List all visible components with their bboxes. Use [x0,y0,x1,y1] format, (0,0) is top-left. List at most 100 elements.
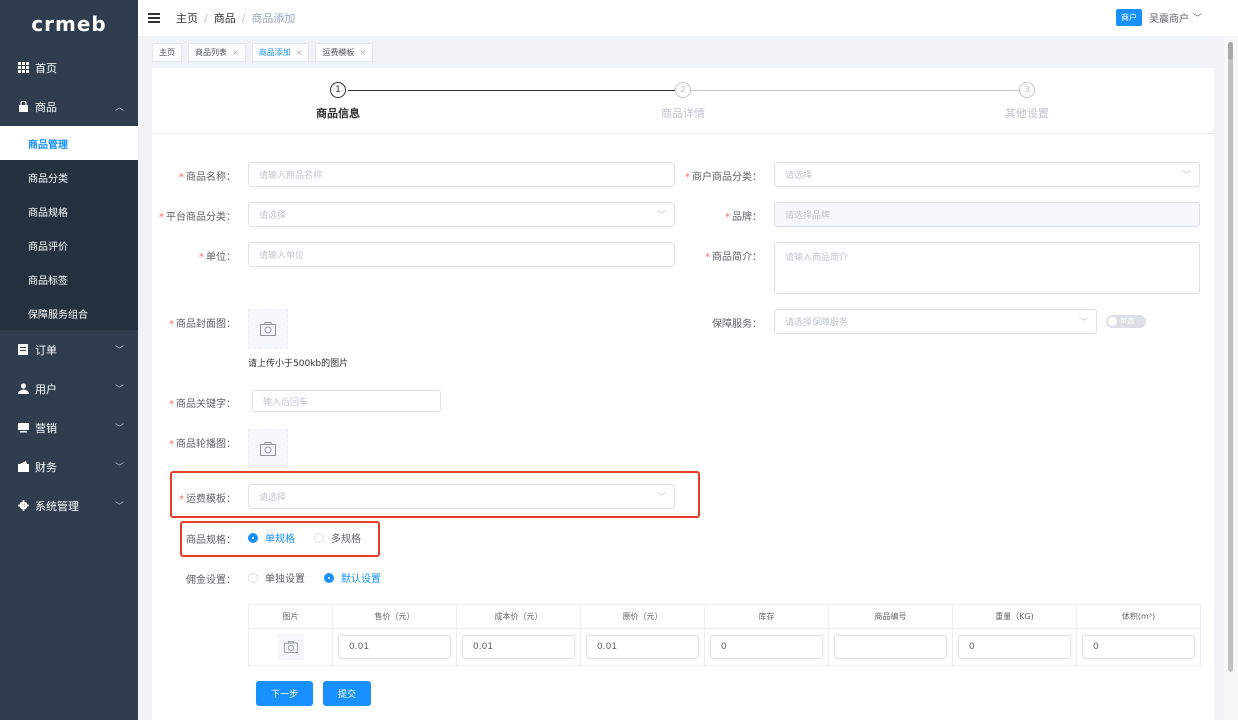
sku-code-cell [828,628,953,666]
user-menu[interactable]: 商户 吴震商户 ﹀ [1115,9,1202,26]
guarantee-select[interactable]: 请选择保障服务 ﹀ [774,309,1097,334]
breadcrumb-separator: / [204,11,208,25]
chevron-down-icon: ﹀ [1192,14,1202,24]
step-1-number: 1 [330,82,346,98]
tab-home[interactable]: 主页 [152,42,182,62]
sidebar-item-users[interactable]: 用户 ﹀ [0,369,138,408]
breadcrumb-current: 商品添加 [251,12,296,25]
sidebar-item-marketing[interactable]: 营销 ﹀ [0,408,138,447]
cost-input[interactable]: 0.01 [462,635,575,659]
shipping-label: * 运费模板： [179,494,236,505]
chevron-down-icon: ﹀ [1181,171,1191,181]
close-icon[interactable]: × [232,48,239,57]
gear-icon [17,500,29,512]
brand-select[interactable]: 请选择品牌 [774,202,1200,227]
tab-label: 主页 [159,47,175,57]
price-input[interactable]: 0.01 [338,635,451,659]
logo[interactable]: crmeb [0,0,138,48]
volume-input[interactable]: 0 [1082,635,1195,659]
close-icon[interactable]: × [359,48,366,57]
stock-input[interactable]: 0 [710,635,823,659]
intro-label: * 商品简介： [705,252,762,263]
image-cell [248,628,333,666]
column-header: 库存 [704,604,829,629]
breadcrumb-home[interactable]: 主页 [176,10,198,26]
merchant-category-select[interactable]: 请选择 ﹀ [774,162,1200,187]
step-2-label: 商品详情 [661,107,705,120]
chevron-down-icon: ﹀ [114,463,124,473]
spec-single-radio[interactable]: 单规格 [248,530,295,545]
sidebar-item-orders[interactable]: 订单 ﹀ [0,330,138,369]
carousel-upload[interactable] [248,429,288,469]
platform-category-select[interactable]: 请选择 ﹀ [248,202,675,227]
radio-dot [248,572,258,583]
column-header: 体积(m³) [1076,604,1201,629]
sidebar-item-home[interactable]: 首页 [0,48,138,87]
unit-input[interactable]: 请输入单位 [248,242,675,267]
spec-table: 图片 售价（元） 成本价（元） 原价（元） 库存 商品编号 重量（KG) 体积(… [248,604,1201,666]
scrollbar-thumb[interactable] [1228,42,1233,672]
column-header: 成本价（元） [456,604,581,629]
sidebar-subitem-product-category[interactable]: 商品分类 [0,160,138,194]
bag-icon [17,101,29,113]
sidebar-subitem-product-manage[interactable]: 商品管理 [0,126,138,160]
table-header-row: 图片 售价（元） 成本价（元） 原价（元） 库存 商品编号 重量（KG) 体积(… [248,604,1201,629]
chevron-down-icon: ﹀ [1078,318,1088,328]
commission-default-radio[interactable]: 默认设置 [324,570,381,585]
tab-product-list[interactable]: 商品列表 × [188,42,246,62]
radio-dot [314,532,324,543]
sidebar-subitem-product-spec[interactable]: 商品规格 [0,194,138,228]
sku-code-input[interactable] [834,635,947,659]
tab-shipping-template[interactable]: 运费模板 × [315,42,374,62]
product-name-label: * 商品名称： [179,172,236,183]
spec-multi-radio[interactable]: 多规格 [314,530,361,545]
keywords-input[interactable]: 输入后回车 [252,390,441,412]
sidebar-item-system[interactable]: 系统管理 ﹀ [0,486,138,525]
top-header: 主页 / 商品 / 商品添加 商户 吴震商户 ﹀ [138,0,1238,36]
platform-category-label: * 平台商品分类： [159,212,236,223]
guarantee-switch[interactable]: 单选 [1106,315,1146,328]
step-line [348,90,682,91]
table-row: 0.01 0.01 0.01 0 0 0 [248,628,1201,666]
cover-label: * 商品封面图： [169,319,236,330]
sidebar-item-products[interactable]: 商品 ︿ [0,87,138,126]
cost-cell: 0.01 [456,628,581,666]
user-icon [17,383,29,395]
weight-input[interactable]: 0 [958,635,1071,659]
sku-image-upload[interactable] [277,634,304,660]
screen-icon [17,422,29,434]
chevron-down-icon: ﹀ [114,346,124,356]
step-3-number: 3 [1019,82,1035,98]
page-scrollbar[interactable] [1224,36,1238,720]
wallet-icon [17,461,29,473]
tab-label: 运费模板 [322,47,355,57]
sidebar-item-label: 营销 [35,421,57,435]
chevron-down-icon: ﹀ [656,493,666,503]
next-step-button[interactable]: 下一步 [256,681,313,706]
shipping-template-select[interactable]: 请选择 ﹀ [248,484,675,509]
commission-label: 佣金设置： [186,575,236,586]
price-cell: 0.01 [332,628,457,666]
close-icon[interactable]: × [296,48,303,57]
commission-custom-radio[interactable]: 单独设置 [248,570,305,585]
switch-text: 单选 [1120,317,1134,325]
cover-upload[interactable] [248,309,288,349]
original-price-input[interactable]: 0.01 [586,635,699,659]
weight-cell: 0 [952,628,1077,666]
sidebar-item-finance[interactable]: 财务 ﹀ [0,447,138,486]
camera-icon [260,442,276,456]
doc-icon [17,344,29,356]
original-price-cell: 0.01 [580,628,705,666]
submit-button[interactable]: 提交 [323,681,371,706]
sidebar-subitem-product-review[interactable]: 商品评价 [0,228,138,262]
grid-icon [17,62,29,74]
breadcrumb-products[interactable]: 商品 [214,10,236,26]
intro-textarea[interactable]: 请输入商品简介 [774,242,1200,294]
menu-toggle-icon[interactable] [148,13,160,23]
tab-product-add[interactable]: 商品添加 × [251,42,310,62]
camera-icon [283,641,298,653]
sidebar-subitem-product-tag[interactable]: 商品标签 [0,262,138,296]
step-3-label: 其他设置 [1005,107,1049,120]
sidebar-subitem-guarantee-combo[interactable]: 保障服务组合 [0,296,138,330]
product-name-input[interactable]: 请输入商品名称 [248,162,675,187]
